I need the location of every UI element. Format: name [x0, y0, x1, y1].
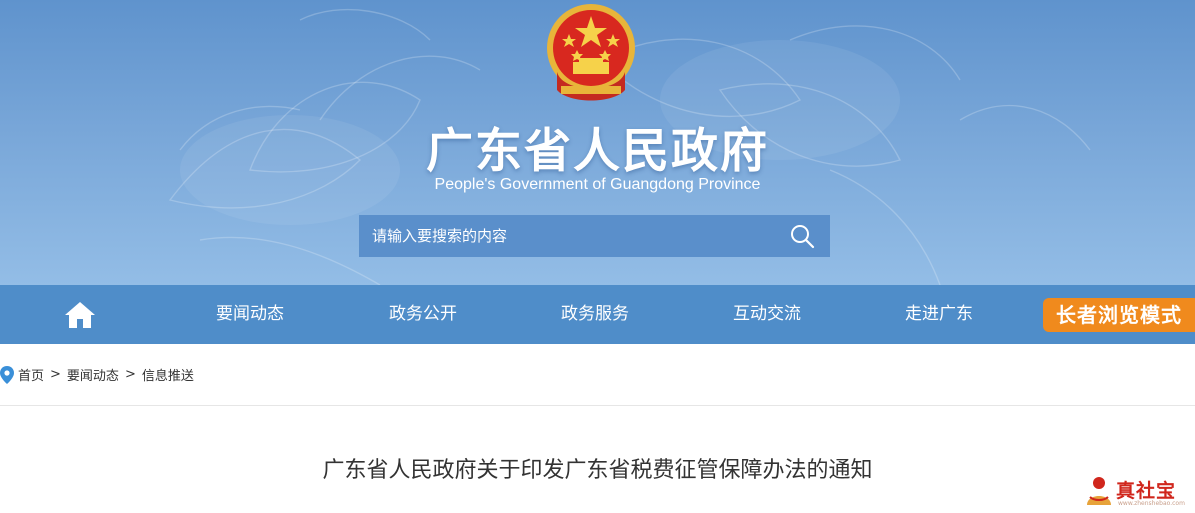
home-button[interactable]: [64, 301, 96, 329]
watermark-url: www.zhenshebao.com: [1118, 500, 1185, 507]
breadcrumb-news-link[interactable]: 要闻动态: [67, 365, 119, 384]
search-button[interactable]: [774, 215, 830, 257]
watermark-logo: 真社宝 www.zhenshebao.com: [1082, 473, 1192, 509]
site-title: 广东省人民政府: [426, 124, 769, 179]
location-pin-icon: [0, 365, 14, 384]
breadcrumb-info-push-link[interactable]: 信息推送: [142, 365, 194, 384]
nav-item-government-affairs[interactable]: 政务公开: [389, 285, 457, 344]
search-icon: [791, 225, 815, 249]
main-nav: 要闻动态 政务公开 政务服务 互动交流 走进广东: [0, 285, 1195, 344]
header-banner: 广东省人民政府 People's Government of Guangdong…: [0, 0, 1195, 285]
home-icon: [65, 302, 95, 328]
nav-item-about-guangdong[interactable]: 走进广东: [905, 285, 973, 344]
national-emblem-icon: [547, 4, 635, 101]
nav-item-news[interactable]: 要闻动态: [216, 285, 284, 344]
site-subtitle: People's Government of Guangdong Provinc…: [434, 176, 761, 193]
nav-item-interaction[interactable]: 互动交流: [733, 285, 801, 344]
article-title: 广东省人民政府关于印发广东省税费征管保障办法的通知: [322, 458, 873, 483]
elder-mode-button[interactable]: 长者浏览模式: [1043, 298, 1195, 332]
breadcrumb-separator: >: [50, 367, 61, 382]
breadcrumb-separator: >: [124, 367, 136, 382]
breadcrumb: 首页 > 要闻动态 > 信息推送: [0, 344, 1195, 406]
watermark-text: 真社宝: [1116, 480, 1177, 502]
watermark-people-icon: [1087, 477, 1111, 505]
search-bar: [359, 215, 830, 257]
nav-item-government-services[interactable]: 政务服务: [561, 285, 629, 344]
breadcrumb-home-link[interactable]: 首页: [18, 365, 44, 384]
search-input[interactable]: [359, 215, 774, 257]
